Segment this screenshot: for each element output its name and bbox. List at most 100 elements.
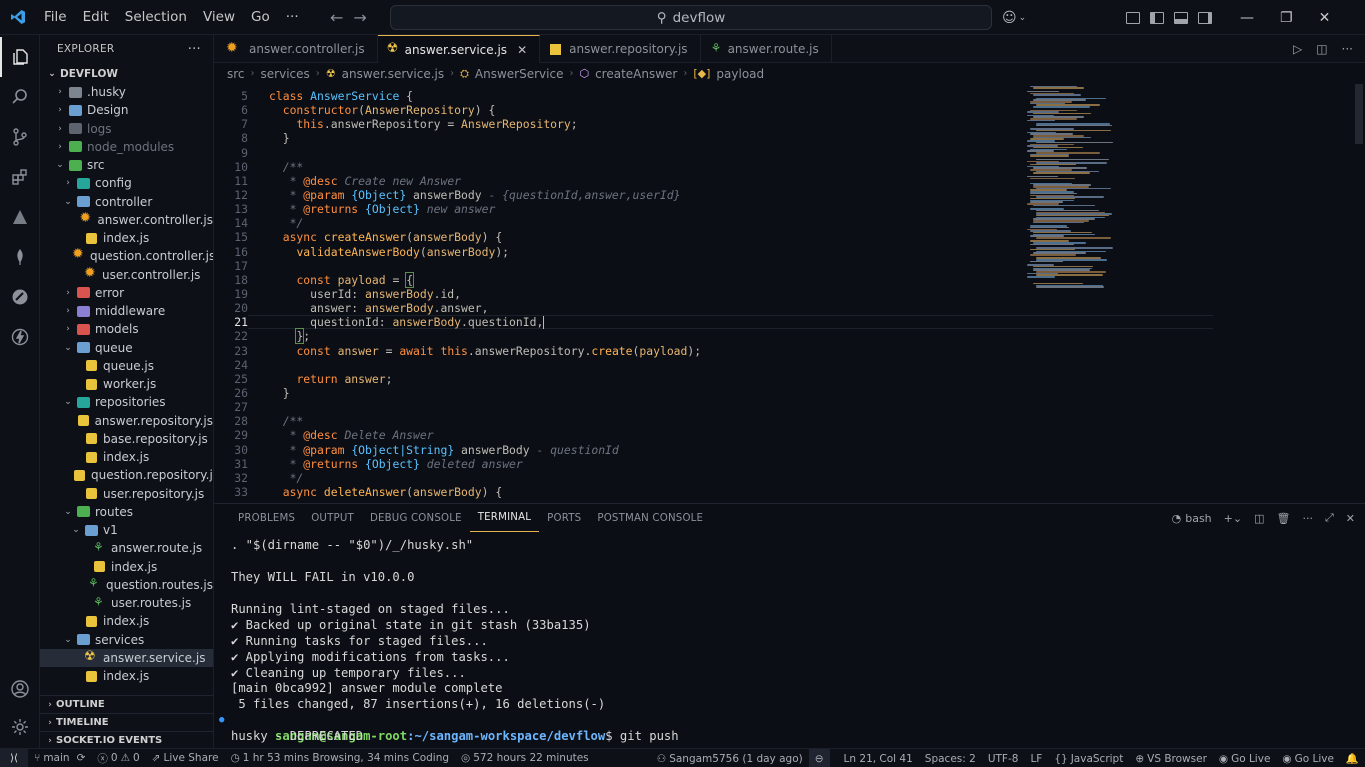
folder-item[interactable]: ⌄ v1: [40, 521, 213, 539]
remote-indicator-icon[interactable]: ⟩⟨: [0, 748, 28, 767]
minimap[interactable]: [1027, 84, 1145, 503]
file-item[interactable]: user.repository.js: [40, 485, 213, 503]
copilot-button[interactable]: ☺ ⌄: [1002, 0, 1026, 35]
timeline-section[interactable]: › TIMELINE: [40, 713, 213, 731]
tab-postman-console[interactable]: POSTMAN CONSOLE: [589, 504, 711, 532]
file-item[interactable]: answer.controller.js: [40, 210, 213, 229]
notifications-icon[interactable]: 🔔: [1340, 749, 1365, 767]
problems-indicator[interactable]: ⓧ 0 ⚠ 0: [91, 749, 145, 767]
menu-selection[interactable]: Selection: [117, 9, 195, 25]
file-item[interactable]: user.controller.js: [40, 265, 213, 284]
file-item[interactable]: index.js: [40, 229, 213, 247]
live-share-button[interactable]: ⇗ Live Share: [146, 749, 225, 767]
git-blame[interactable]: ⚇ Sangam5756 (1 day ago): [651, 749, 809, 767]
terminal-output[interactable]: . "$(dirname -- "$0")/_/husky.sh" They WI…: [214, 538, 1365, 749]
file-item[interactable]: index.js: [40, 558, 213, 576]
menu-file[interactable]: File: [36, 9, 75, 25]
folder-item[interactable]: › Design: [40, 101, 213, 119]
file-item[interactable]: base.repository.js: [40, 430, 213, 448]
tab-answer-service[interactable]: answer.service.js ✕: [377, 35, 541, 63]
more-actions-icon[interactable]: ···: [1302, 512, 1313, 525]
total-time[interactable]: ◎ 572 hours 22 minutes: [455, 749, 595, 767]
postman-icon[interactable]: [0, 277, 40, 317]
search-icon[interactable]: [0, 77, 40, 117]
tab-answer-repository[interactable]: answer.repository.js: [540, 35, 701, 63]
mongodb-leaf-icon[interactable]: [0, 237, 40, 277]
file-item[interactable]: answer.route.js: [40, 539, 213, 557]
file-item[interactable]: index.js: [40, 612, 213, 630]
branch-indicator[interactable]: ⑂ main ⟳: [28, 749, 91, 767]
menu-go[interactable]: Go: [243, 9, 278, 25]
menu-more[interactable]: ···: [278, 9, 307, 25]
folder-item[interactable]: ⌄ controller: [40, 193, 213, 211]
manage-gear-icon[interactable]: [0, 707, 40, 747]
toggle-panel-icon[interactable]: [1174, 11, 1188, 24]
file-item[interactable]: index.js: [40, 667, 213, 685]
explorer-icon[interactable]: [0, 37, 40, 77]
new-terminal-icon[interactable]: +⌄: [1224, 512, 1242, 525]
maximize-panel-icon[interactable]: ⤢: [1325, 511, 1334, 525]
time-tracking[interactable]: ◷ 1 hr 53 mins Browsing, 34 mins Coding: [225, 749, 455, 767]
outline-section[interactable]: › OUTLINE: [40, 695, 213, 713]
folder-item[interactable]: › models: [40, 320, 213, 338]
folder-item[interactable]: › config: [40, 174, 213, 192]
source-control-icon[interactable]: [0, 117, 40, 157]
file-item[interactable]: queue.js: [40, 357, 213, 375]
file-item[interactable]: user.routes.js: [40, 594, 213, 612]
file-item[interactable]: answer.service.js: [40, 648, 213, 667]
editor-scrollbar[interactable]: [1355, 84, 1363, 144]
workspace-root[interactable]: ⌄ DEVFLOW: [40, 65, 213, 83]
file-item[interactable]: question.controller.js: [40, 246, 213, 265]
go-live-button[interactable]: ◉ Go Live: [1213, 749, 1277, 767]
code-editor[interactable]: 5 class AnswerService {6 constructor(Answ…: [214, 84, 1365, 503]
run-icon[interactable]: ▷: [1293, 42, 1302, 56]
maximize-icon[interactable]: ❐: [1280, 10, 1293, 26]
breadcrumb-src[interactable]: src: [227, 67, 245, 81]
forward-arrow-icon[interactable]: →: [353, 8, 366, 27]
breadcrumb-services[interactable]: services: [261, 67, 310, 81]
extensions-icon[interactable]: [0, 157, 40, 197]
menu-view[interactable]: View: [195, 9, 243, 25]
split-editor-icon[interactable]: ◫: [1316, 42, 1327, 56]
socketio-events-section[interactable]: › SOCKET.IO EVENTS: [40, 731, 213, 748]
folder-item[interactable]: ⌄ services: [40, 631, 213, 649]
account-icon[interactable]: [0, 669, 40, 709]
folder-item[interactable]: › error: [40, 284, 213, 302]
folder-item[interactable]: › .husky: [40, 83, 213, 101]
go-live-button-secondary[interactable]: ◉ Go Live: [1276, 749, 1340, 767]
language-mode[interactable]: {} JavaScript: [1048, 749, 1129, 767]
tab-terminal[interactable]: TERMINAL: [469, 504, 540, 532]
customize-layout-icon[interactable]: [1126, 11, 1140, 24]
vs-browser[interactable]: ⊕ VS Browser: [1129, 749, 1213, 767]
folder-item[interactable]: › middleware: [40, 302, 213, 320]
file-item[interactable]: answer.repository.js: [40, 412, 213, 430]
trash-icon[interactable]: 🗑: [1277, 512, 1291, 525]
folder-item[interactable]: › logs: [40, 120, 213, 138]
tab-output[interactable]: OUTPUT: [303, 504, 362, 532]
remote-explorer-icon[interactable]: [0, 197, 40, 237]
toggle-sidebar-icon[interactable]: [1150, 11, 1164, 24]
folder-item[interactable]: › node_modules: [40, 138, 213, 156]
folder-item[interactable]: ⌄ queue: [40, 339, 213, 357]
tab-debug-console[interactable]: DEBUG CONSOLE: [362, 504, 470, 532]
file-item[interactable]: worker.js: [40, 375, 213, 393]
file-item[interactable]: question.routes.js: [40, 576, 213, 594]
folder-item[interactable]: ⌄ routes: [40, 503, 213, 521]
end-of-line[interactable]: LF: [1024, 749, 1048, 767]
tab-answer-route[interactable]: answer.route.js: [701, 35, 832, 63]
breadcrumb-file[interactable]: answer.service.js: [342, 67, 444, 81]
folder-item[interactable]: ⌄ repositories: [40, 393, 213, 411]
more-actions-icon[interactable]: ···: [1342, 42, 1353, 56]
thunder-client-icon[interactable]: [0, 317, 40, 357]
toggle-secondary-sidebar-icon[interactable]: [1198, 11, 1212, 24]
tab-answer-controller[interactable]: answer.controller.js: [214, 35, 378, 63]
file-item[interactable]: index.js: [40, 448, 213, 466]
close-icon[interactable]: ✕: [517, 43, 527, 57]
file-item[interactable]: question.repository.js: [40, 466, 213, 484]
menu-edit[interactable]: Edit: [75, 9, 117, 25]
close-panel-icon[interactable]: ✕: [1346, 512, 1355, 525]
tab-problems[interactable]: PROBLEMS: [230, 504, 303, 532]
cursor-position[interactable]: Ln 21, Col 41: [838, 749, 919, 767]
back-arrow-icon[interactable]: ←: [330, 8, 343, 27]
folder-item[interactable]: ⌄ src: [40, 156, 213, 174]
